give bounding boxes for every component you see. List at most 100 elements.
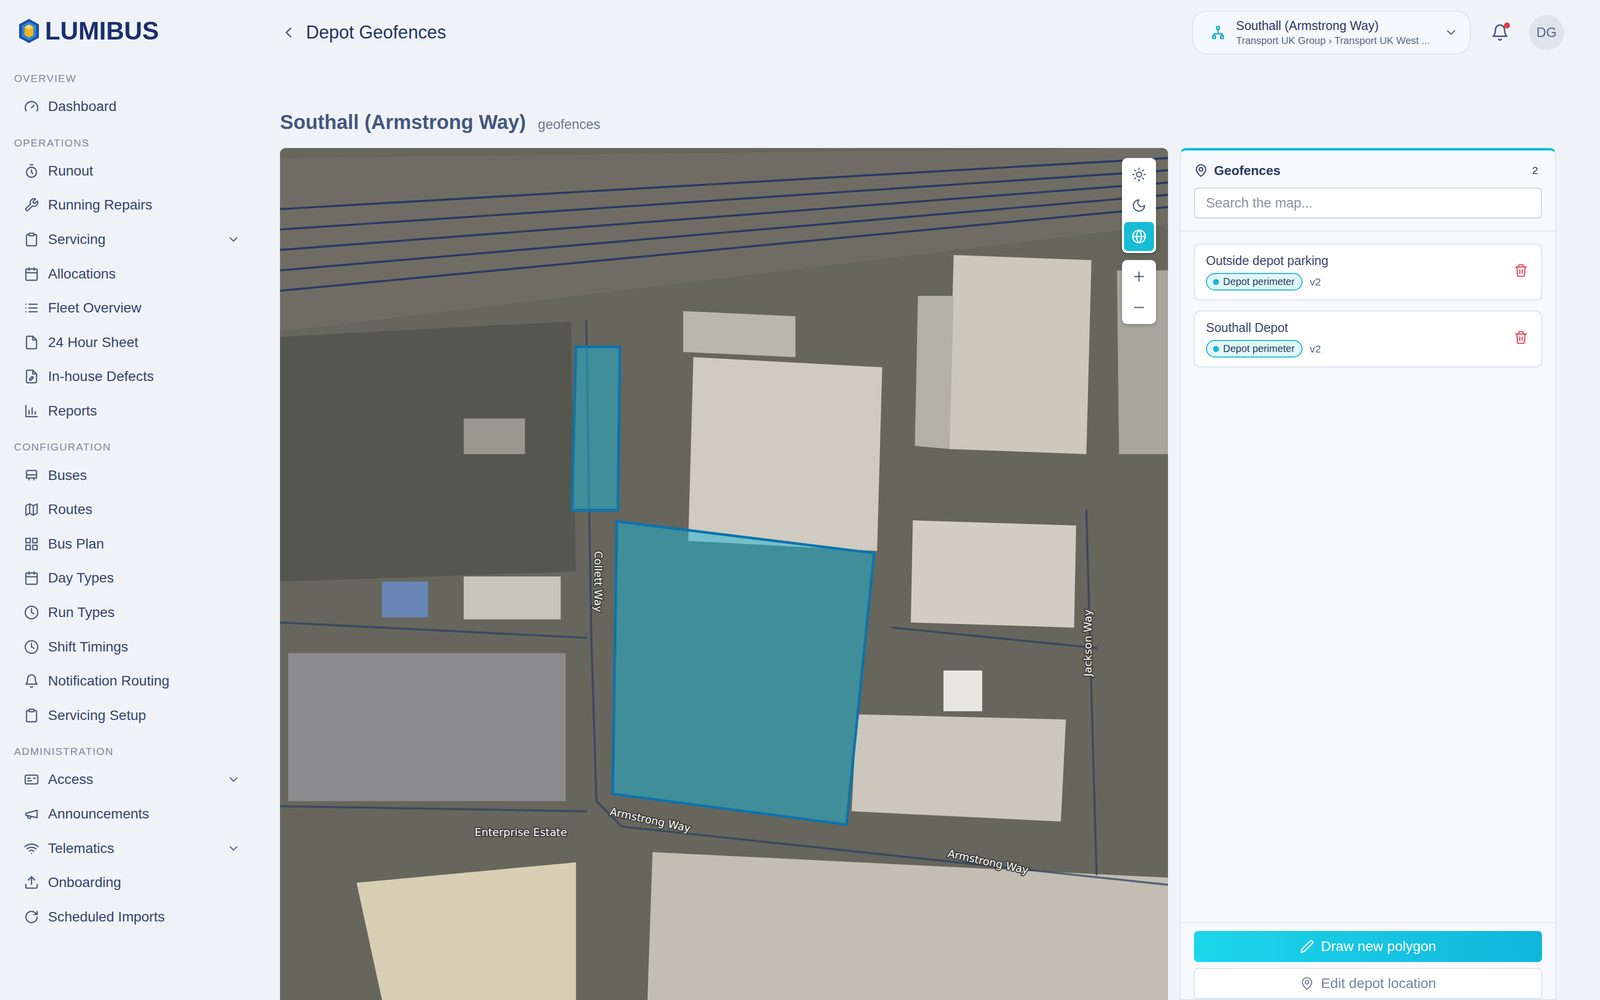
primary-button[interactable]: Draw new polygon	[1194, 931, 1542, 962]
megaphone-icon	[24, 806, 39, 822]
building	[948, 255, 1092, 454]
street-label: Enterprise Estate	[474, 826, 567, 839]
road	[1086, 510, 1097, 875]
map-controls	[1122, 158, 1156, 324]
sidebar-item[interactable]: Shift Timings	[14, 629, 246, 664]
unread-dot	[1504, 22, 1510, 29]
road	[892, 627, 1097, 648]
wifi-icon	[24, 841, 39, 856]
geofences-panel: Geofences2 Outside depot parking Depot pe…	[1180, 148, 1556, 1000]
sidebar-item[interactable]: Day Types	[14, 561, 246, 596]
sidebar-section: OPERATIONSRunoutRunning RepairsServicing…	[14, 132, 246, 429]
pin-icon	[1194, 163, 1208, 178]
user-avatar[interactable]: DG	[1529, 15, 1564, 50]
building	[356, 862, 576, 1000]
street-label: Jackson Way	[1081, 609, 1094, 678]
brand[interactable]: LUMIBUS	[14, 0, 246, 68]
geofence-card[interactable]: Outside depot parking Depot perimeterv2	[1194, 243, 1542, 301]
geofence-count: 2	[1532, 164, 1542, 177]
sidebar-item[interactable]: Access	[14, 762, 246, 797]
map-ground	[280, 148, 1168, 1000]
building	[683, 311, 796, 357]
sidebar-item[interactable]: 24 Hour Sheet	[14, 325, 246, 360]
notifications-button[interactable]	[1489, 21, 1511, 44]
road	[280, 622, 586, 638]
trash-icon[interactable]	[1514, 263, 1528, 278]
map[interactable]: Collett Way Jackson Way Armstrong Way Armst…	[280, 148, 1168, 1000]
back-arrow-icon[interactable]	[280, 24, 297, 41]
search-input[interactable]	[1194, 187, 1542, 219]
sun-icon	[1131, 167, 1147, 182]
section-label: ADMINISTRATION	[14, 740, 246, 763]
sidebar-item[interactable]: Running Repairs	[14, 188, 246, 223]
sidebar-item[interactable]: Servicing	[14, 222, 246, 257]
sidebar-section: OVERVIEWDashboard	[14, 67, 246, 124]
street-label: Collett Way	[592, 551, 605, 613]
chevron-down-icon[interactable]	[227, 233, 240, 246]
chevron-down-icon	[1444, 25, 1458, 40]
bell-icon	[24, 673, 39, 689]
chart-icon	[24, 403, 39, 419]
sidebar-item[interactable]: Routes	[14, 492, 246, 527]
building	[851, 714, 1066, 822]
clock-icon	[24, 639, 39, 655]
section-label: OVERVIEW	[14, 67, 246, 90]
geofence-polygon[interactable]	[612, 521, 874, 825]
building	[382, 581, 428, 617]
pin-icon	[1300, 976, 1314, 991]
sidebar-item[interactable]: In-house Defects	[14, 359, 246, 394]
tag: Depot perimeter	[1206, 273, 1303, 291]
sidebar-item[interactable]: Bus Plan	[14, 527, 246, 562]
sidebar-item[interactable]: Announcements	[14, 797, 246, 832]
sidebar-item[interactable]: Allocations	[14, 256, 246, 291]
sidebar-item[interactable]: Buses	[14, 458, 246, 493]
sidebar-item[interactable]: Dashboard	[14, 89, 246, 124]
zoom-in-button[interactable]	[1124, 262, 1154, 291]
road	[586, 321, 1168, 885]
geofence-card[interactable]: Southall Depot Depot perimeterv2	[1194, 310, 1542, 368]
panel-header: Geofences2	[1194, 160, 1542, 181]
wrench-icon	[24, 197, 39, 213]
zoom-out-button[interactable]	[1124, 293, 1154, 322]
map-style-switcher	[1122, 158, 1156, 253]
content: Collett Way Jackson Way Armstrong Way Armst…	[260, 148, 1600, 1000]
map-icon	[24, 502, 39, 517]
map-style-button[interactable]	[1124, 191, 1154, 220]
grid-icon	[24, 536, 39, 552]
trash-icon[interactable]	[1514, 330, 1528, 345]
sidebar-item[interactable]: Onboarding	[14, 865, 246, 900]
sidebar-item[interactable]: Run Types	[14, 595, 246, 630]
filepen-icon	[24, 369, 39, 384]
street-label: Armstrong Way	[946, 847, 1030, 877]
main: Depot GeofencesSouthall (Armstrong Way)T…	[260, 0, 1600, 1000]
clipboard-icon	[24, 232, 39, 247]
geofence-polygon[interactable]	[572, 347, 620, 511]
sidebar-item[interactable]: Runout	[14, 154, 246, 189]
sidebar-item[interactable]: Servicing Setup	[14, 698, 246, 733]
bus-icon	[24, 468, 39, 483]
sidebar-item[interactable]: Fleet Overview	[14, 291, 246, 326]
satellite-map[interactable]: Collett Way Jackson Way Armstrong Way Armst…	[280, 148, 1168, 1000]
sidebar-item[interactable]: Notification Routing	[14, 664, 246, 699]
depot-selector[interactable]: Southall (Armstrong Way)Transport UK Gro…	[1192, 10, 1471, 55]
tag: Depot perimeter	[1206, 340, 1303, 358]
map-style-button[interactable]	[1124, 222, 1154, 251]
building	[1117, 270, 1168, 454]
building	[288, 653, 566, 801]
yard	[280, 321, 576, 582]
sidebar-item[interactable]: Telematics	[14, 831, 246, 866]
geofence-list: Outside depot parking Depot perimeterv2 S…	[1181, 231, 1555, 922]
panel-footer: Draw new polygon Edit depot location	[1181, 922, 1555, 999]
chevron-down-icon[interactable]	[227, 842, 240, 855]
sidebar-item[interactable]: Reports	[14, 394, 246, 429]
sidebar-item[interactable]: Scheduled Imports	[14, 899, 246, 934]
timer-icon	[24, 163, 39, 179]
secondary-button[interactable]: Edit depot location	[1194, 968, 1542, 999]
sidebar-section: ADMINISTRATIONAccessAnnouncementsTelemat…	[14, 740, 246, 934]
building	[463, 576, 561, 620]
street-label: Armstrong Way	[608, 805, 692, 835]
refresh-icon	[24, 909, 39, 925]
railway-track	[280, 158, 1168, 209]
map-style-button[interactable]	[1124, 160, 1154, 189]
chevron-down-icon[interactable]	[227, 773, 240, 786]
